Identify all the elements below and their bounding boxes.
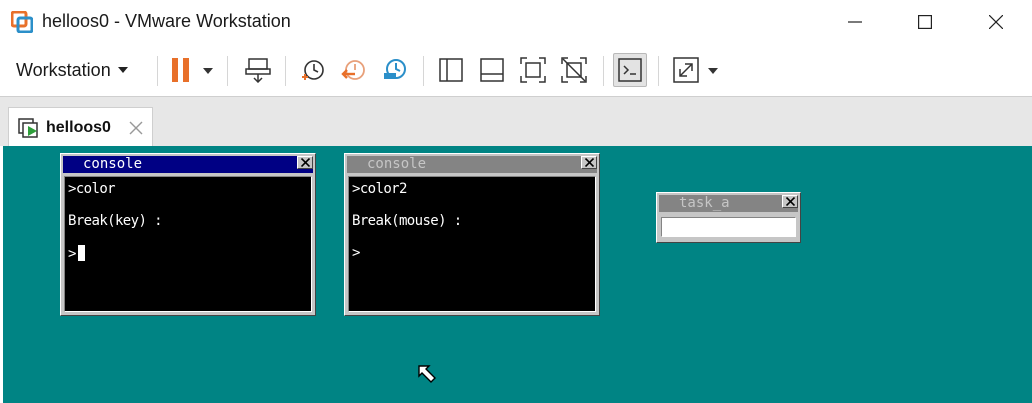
- console-prompt: >: [68, 246, 76, 262]
- toolbar-separator: [603, 56, 604, 86]
- close-icon[interactable]: [127, 119, 145, 137]
- window-title: helloos0 - VMware Workstation: [42, 11, 291, 31]
- console-body[interactable]: >color2 Break(mouse) : >: [348, 176, 596, 312]
- console-window-active[interactable]: console >color Break(key) : >: [60, 153, 316, 316]
- console-view-button[interactable]: [613, 53, 647, 87]
- console-close-button[interactable]: [581, 156, 597, 169]
- vm-screen[interactable]: console >color Break(key) : > console >c…: [3, 146, 1032, 403]
- show-library-button[interactable]: [434, 53, 468, 87]
- task-a-window[interactable]: task_a: [656, 192, 801, 243]
- pause-dropdown-icon[interactable]: [203, 68, 213, 74]
- toolbar-separator: [227, 56, 228, 86]
- close-icon: [300, 158, 310, 167]
- workstation-menu[interactable]: Workstation: [10, 52, 134, 88]
- task-a-title: task_a: [679, 195, 730, 211]
- take-snapshot-button[interactable]: [296, 53, 330, 87]
- console-prompt: >: [352, 245, 360, 261]
- task-a-text-area[interactable]: [661, 217, 796, 237]
- tab-helloos0[interactable]: helloos0: [8, 107, 153, 147]
- snapshot-take-icon: [302, 60, 324, 80]
- show-thumbnail-bar-button[interactable]: [475, 53, 509, 87]
- unity-icon: [561, 57, 587, 83]
- running-vm-icon: [18, 118, 38, 138]
- maximize-button[interactable]: [902, 0, 948, 44]
- close-icon: [989, 15, 1003, 29]
- task-a-title-bar[interactable]: task_a: [659, 195, 798, 212]
- console-title-bar[interactable]: console: [63, 156, 313, 173]
- mouse-cursor-icon: [418, 365, 436, 383]
- close-icon: [785, 197, 795, 206]
- send-ctrl-alt-del-button[interactable]: [241, 53, 275, 87]
- send-ctrl-alt-del-icon: [245, 58, 271, 83]
- toolbar-separator: [658, 56, 659, 86]
- console-line: Break(key) :: [68, 213, 163, 229]
- tab-label: helloos0: [46, 119, 111, 136]
- workstation-menu-label: Workstation: [16, 59, 111, 80]
- full-screen-icon: [520, 57, 546, 83]
- toolbar-separator: [157, 56, 158, 86]
- toolbar-separator: [423, 56, 424, 86]
- console-line: >color: [68, 181, 116, 197]
- vm-tab-strip: helloos0: [0, 96, 1032, 147]
- vmware-logo-icon: [11, 11, 33, 33]
- close-button[interactable]: [973, 0, 1019, 44]
- revert-snapshot-button[interactable]: [337, 53, 371, 87]
- minimize-icon: [848, 21, 862, 23]
- console-line: Break(mouse) :: [352, 213, 462, 229]
- stretch-dropdown-icon[interactable]: [708, 68, 718, 74]
- console-prompt-line: >: [68, 245, 85, 262]
- snapshot-revert-icon: [341, 60, 365, 80]
- snapshot-manager-icon: [384, 59, 406, 79]
- console-window-inactive[interactable]: console >color2 Break(mouse) : >: [344, 153, 600, 316]
- text-cursor: [77, 245, 85, 261]
- pause-icon: [172, 58, 189, 82]
- toolbar-separator: [285, 56, 286, 86]
- console-line: >color2: [352, 181, 407, 197]
- show-library-icon: [439, 58, 463, 82]
- unity-button[interactable]: [557, 53, 591, 87]
- pause-button[interactable]: [164, 53, 198, 87]
- snapshot-manager-button[interactable]: [378, 53, 412, 87]
- show-thumbnail-bar-icon: [480, 58, 504, 82]
- toolbar: Workstation: [0, 44, 1032, 96]
- full-screen-button[interactable]: [516, 53, 550, 87]
- console-title: console: [83, 156, 143, 172]
- console-close-button[interactable]: [297, 156, 313, 169]
- console-body[interactable]: >color Break(key) : >: [64, 176, 312, 312]
- window-title-bar: helloos0 - VMware Workstation: [0, 0, 1032, 44]
- stretch-guest-icon: [673, 57, 699, 83]
- chevron-down-icon: [117, 67, 128, 73]
- maximize-icon: [918, 15, 932, 29]
- stretch-guest-button[interactable]: [669, 53, 703, 87]
- console-title-bar[interactable]: console: [347, 156, 597, 173]
- console-view-icon: [618, 58, 642, 82]
- close-icon: [584, 158, 594, 167]
- task-a-close-button[interactable]: [782, 195, 798, 208]
- console-title: console: [367, 156, 427, 172]
- minimize-button[interactable]: [832, 0, 878, 44]
